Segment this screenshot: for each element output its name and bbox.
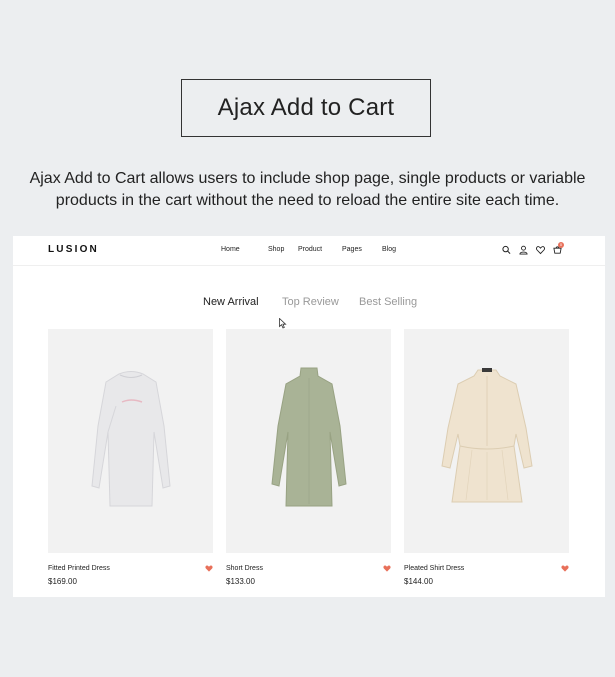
page-title: Ajax Add to Cart xyxy=(181,79,431,137)
product-tabs: New Arrival Top Review Best Selling xyxy=(203,296,429,308)
nav-item-shop[interactable]: Shop xyxy=(268,246,298,253)
shop-preview: LUSION Home Shop Product Pages Blog 0 Ne… xyxy=(13,236,605,597)
site-header: LUSION Home Shop Product Pages Blog 0 xyxy=(13,236,605,266)
search-icon[interactable] xyxy=(502,245,511,255)
dress-shirt-image xyxy=(440,368,533,503)
dress-turtleneck-image xyxy=(270,367,347,507)
tab-top-review[interactable]: Top Review xyxy=(282,296,359,308)
nav-item-pages[interactable]: Pages xyxy=(342,246,382,253)
site-logo[interactable]: LUSION xyxy=(48,244,99,255)
cart-count-badge: 0 xyxy=(558,242,564,248)
product-price: $144.00 xyxy=(404,577,433,586)
product-name[interactable]: Short Dress xyxy=(226,565,263,572)
product-price: $133.00 xyxy=(226,577,255,586)
tab-new-arrival[interactable]: New Arrival xyxy=(203,296,282,308)
product-card[interactable]: Pleated Shirt Dress $144.00 xyxy=(404,329,569,586)
product-image[interactable] xyxy=(404,329,569,553)
product-price: $169.00 xyxy=(48,577,77,586)
nav-item-product[interactable]: Product xyxy=(298,246,342,253)
product-image[interactable] xyxy=(226,329,391,553)
heart-icon[interactable] xyxy=(205,565,213,572)
heart-icon[interactable] xyxy=(561,565,569,572)
product-name[interactable]: Fitted Printed Dress xyxy=(48,565,110,572)
product-card[interactable]: Fitted Printed Dress $169.00 xyxy=(48,329,213,586)
main-nav: Home Shop Product Pages Blog xyxy=(221,246,402,253)
product-image[interactable] xyxy=(48,329,213,553)
heart-icon[interactable] xyxy=(536,245,545,255)
product-name[interactable]: Pleated Shirt Dress xyxy=(404,565,464,572)
cart-button[interactable]: 0 xyxy=(553,242,564,255)
header-icons: 0 xyxy=(502,242,564,255)
user-icon[interactable] xyxy=(519,245,528,255)
nav-item-blog[interactable]: Blog xyxy=(382,246,402,253)
heart-icon[interactable] xyxy=(383,565,391,572)
product-card[interactable]: Short Dress $133.00 xyxy=(226,329,391,586)
tab-best-selling[interactable]: Best Selling xyxy=(359,296,429,308)
feature-description: Ajax Add to Cart allows users to include… xyxy=(29,170,586,209)
dress-long-sleeve-image xyxy=(90,371,171,507)
mouse-cursor-icon xyxy=(279,318,287,329)
nav-item-home[interactable]: Home xyxy=(221,246,268,253)
